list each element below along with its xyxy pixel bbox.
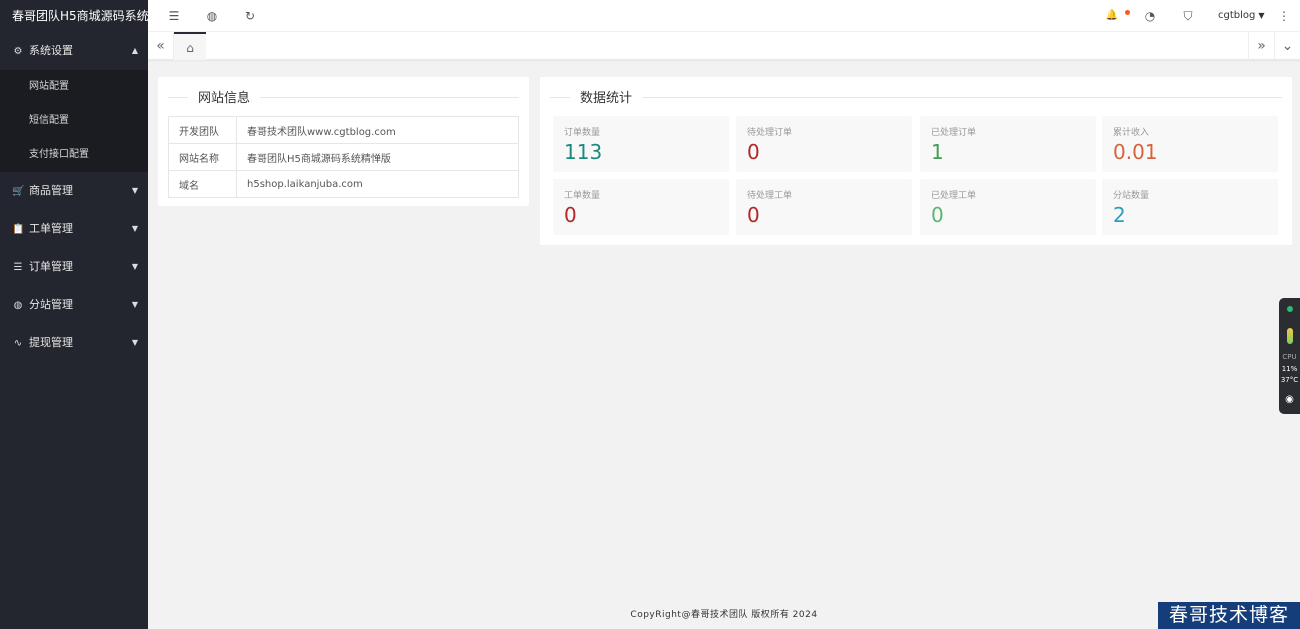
stat-label: 工单数量 — [564, 191, 601, 201]
sidebar-item-label: 提现管理 — [29, 336, 73, 349]
top-header: ☰ ◍ ↻ 🔔 ◔ ⛉ cgtblog ▼ ⋮ — [148, 0, 1300, 32]
caret-down-icon: ▼ — [131, 224, 138, 233]
stat-label: 分站数量 — [1113, 191, 1150, 201]
cpu-temperature: 37°C — [1280, 376, 1299, 384]
refresh-icon[interactable]: ↻ — [238, 0, 262, 32]
table-row: 开发团队 春哥技术团队www.cgtblog.com — [168, 116, 519, 144]
stat-total-income: 累计收入 0.01 — [1102, 116, 1278, 172]
sidebar-subitem-site-config[interactable]: 网站配置 — [0, 70, 148, 104]
gear-icon: ⚙ — [13, 46, 23, 57]
cpu-level-bar — [1287, 328, 1293, 344]
stat-processed-orders: 已处理订单 1 — [920, 116, 1096, 172]
submenu-system-settings: 网站配置 短信配置 支付接口配置 — [0, 70, 148, 172]
notification-dot — [1125, 10, 1130, 15]
sidebar-item-system-settings[interactable]: ⚙ 系统设置 ▲ — [0, 32, 148, 70]
caret-down-icon: ▼ — [131, 338, 138, 347]
info-key: 网站名称 — [168, 143, 237, 171]
sidebar-item-substation-management[interactable]: ◍ 分站管理 ▼ — [0, 286, 148, 324]
site-info-table: 开发团队 春哥技术团队www.cgtblog.com 网站名称 春哥团队H5商城… — [168, 116, 519, 198]
stat-label: 待处理工单 — [747, 191, 793, 201]
table-row: 域名 h5shop.laikanjuba.com — [168, 170, 519, 198]
menu-toggle-icon[interactable]: ☰ — [162, 0, 186, 32]
stat-label: 订单数量 — [564, 128, 601, 138]
stat-label: 已处理工单 — [931, 191, 977, 201]
sidebar-item-ticket-management[interactable]: 📋 工单管理 ▼ — [0, 210, 148, 248]
footer: CopyRight@春哥技术团队 版权所有 2024 — [148, 597, 1300, 629]
theme-icon[interactable]: ◔ — [1138, 0, 1162, 32]
bell-icon[interactable]: 🔔 — [1100, 0, 1124, 32]
caret-down-icon: ▼ — [1258, 11, 1265, 20]
stat-label: 累计收入 — [1113, 128, 1150, 138]
username: cgtblog — [1218, 10, 1256, 21]
ticket-icon: 📋 — [12, 224, 25, 235]
layers-icon: ☰ — [13, 262, 23, 273]
stat-value: 1 — [931, 140, 944, 164]
table-row: 网站名称 春哥团队H5商城源码系统精惮版 — [168, 143, 519, 171]
cpu-label: CPU — [1282, 353, 1297, 361]
stat-value: 0 — [564, 203, 577, 227]
info-key: 域名 — [168, 170, 237, 198]
sidebar-item-label: 系统设置 — [29, 44, 73, 57]
scroll-tabs-right-icon[interactable]: » — [1248, 32, 1274, 60]
caret-down-icon: ▼ — [131, 300, 138, 309]
info-key: 开发团队 — [168, 116, 237, 144]
stat-value: 0 — [931, 203, 944, 227]
stat-value: 0.01 — [1113, 140, 1158, 164]
stat-value: 0 — [747, 140, 760, 164]
scroll-tabs-left-icon[interactable]: « — [148, 32, 174, 60]
stat-value: 0 — [747, 203, 760, 227]
stats-title: 数据统计 — [570, 87, 643, 106]
stat-processed-tickets: 已处理工单 0 — [920, 179, 1096, 235]
sidebar-item-label: 工单管理 — [29, 222, 73, 235]
tab-home[interactable]: ⌂ — [174, 32, 206, 60]
info-value: 春哥技术团队www.cgtblog.com — [236, 116, 519, 144]
cpu-usage: 11% — [1281, 365, 1298, 373]
sidebar-subitem-payment-config[interactable]: 支付接口配置 — [0, 138, 148, 172]
sidebar-item-withdrawal-management[interactable]: ∿ 提现管理 ▼ — [0, 324, 148, 362]
caret-down-icon: ▼ — [131, 262, 138, 271]
stat-pending-orders: 待处理订单 0 — [736, 116, 912, 172]
caret-down-icon: ▼ — [131, 186, 138, 195]
sidebar-item-order-management[interactable]: ☰ 订单管理 ▼ — [0, 248, 148, 286]
stats-legend: 数据统计 — [550, 83, 1282, 107]
caret-up-icon: ▲ — [131, 46, 138, 55]
stat-ticket-count: 工单数量 0 — [553, 179, 729, 235]
sidebar-item-product-management[interactable]: 🛒 商品管理 ▼ — [0, 172, 148, 210]
sidebar-item-label: 分站管理 — [29, 298, 73, 311]
camera-icon[interactable]: ◉ — [1279, 394, 1300, 405]
user-menu[interactable]: cgtblog ▼ — [1218, 0, 1265, 32]
tab-bar: « ⌂ » ⌄ — [148, 32, 1300, 60]
stat-label: 待处理订单 — [747, 128, 793, 138]
watermark: 春哥技术博客 — [1158, 602, 1300, 629]
pulse-icon: ∿ — [13, 338, 23, 349]
tab-options-icon[interactable]: ⌄ — [1274, 32, 1300, 60]
system-monitor-widget[interactable]: CPU 11% 37°C ◉ — [1279, 298, 1300, 414]
app-logo: 春哥团队H5商城源码系统 — [12, 9, 148, 23]
info-value: h5shop.laikanjuba.com — [236, 170, 519, 198]
tag-icon[interactable]: ⛉ — [1176, 0, 1200, 32]
site-info-title: 网站信息 — [188, 87, 261, 106]
nav-group-system-settings: ⚙ 系统设置 ▲ 网站配置 短信配置 支付接口配置 — [0, 32, 148, 172]
globe-icon: ◍ — [13, 300, 23, 311]
status-dot — [1287, 306, 1293, 312]
sidebar-item-label: 商品管理 — [29, 184, 73, 197]
stat-label: 已处理订单 — [931, 128, 977, 138]
site-info-card: 网站信息 开发团队 春哥技术团队www.cgtblog.com 网站名称 春哥团… — [158, 77, 529, 206]
stat-value: 2 — [1113, 203, 1126, 227]
stat-substation-count: 分站数量 2 — [1102, 179, 1278, 235]
sidebar-item-label: 订单管理 — [29, 260, 73, 273]
cart-icon: 🛒 — [12, 186, 25, 197]
more-icon[interactable]: ⋮ — [1272, 0, 1296, 32]
sidebar: 春哥团队H5商城源码系统 ⚙ 系统设置 ▲ 网站配置 短信配置 支付接口配置 🛒 商… — [0, 0, 148, 629]
stat-pending-tickets: 待处理工单 0 — [736, 179, 912, 235]
stats-card: 数据统计 订单数量 113 待处理订单 0 已处理订单 1 累计收入 0.01 … — [540, 77, 1292, 245]
home-icon: ⌂ — [186, 41, 194, 55]
stat-order-count: 订单数量 113 — [553, 116, 729, 172]
sidebar-subitem-sms-config[interactable]: 短信配置 — [0, 104, 148, 138]
legend-line — [550, 97, 1282, 98]
stat-value: 113 — [564, 140, 603, 164]
info-value: 春哥团队H5商城源码系统精惮版 — [236, 143, 519, 171]
globe-icon[interactable]: ◍ — [200, 0, 224, 32]
site-info-legend: 网站信息 — [168, 83, 519, 107]
